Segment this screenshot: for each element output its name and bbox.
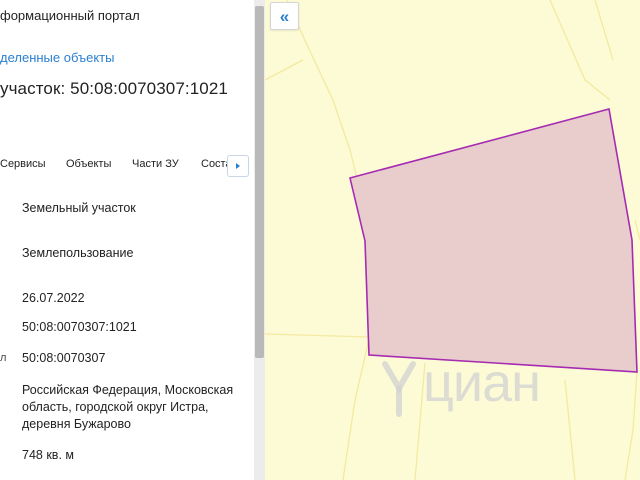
prop-area: 748 кв. м xyxy=(22,448,74,462)
selected-objects-link[interactable]: деленные объекты xyxy=(0,50,114,65)
prop-subtype: Землепользование xyxy=(22,246,134,260)
double-chevron-left-icon: « xyxy=(279,6,290,26)
prop-address: Российская Федерация, Московская область… xyxy=(22,383,234,431)
tabs-bar: Сервисы Объекты Части ЗУ Соста xyxy=(0,152,254,180)
parcel-heading: участок: 50:08:0070307:1021 xyxy=(0,79,228,98)
tabs-scroll-right-button[interactable] xyxy=(227,155,249,177)
land-parcel-polygon[interactable] xyxy=(349,108,638,373)
info-panel: формационный портал деленные объекты уча… xyxy=(0,0,265,480)
map-area[interactable]: циан xyxy=(265,0,640,480)
prop-date: 26.07.2022 xyxy=(22,291,85,305)
prop-object-type: Земельный участок xyxy=(22,201,136,215)
portal-title: формационный портал xyxy=(0,8,140,23)
tab-objects[interactable]: Объекты xyxy=(66,158,111,170)
tab-parts[interactable]: Части ЗУ xyxy=(132,158,179,170)
prop-cadastral-quarter: 50:08:0070307 xyxy=(22,351,106,365)
prop-cadastral-number: 50:08:0070307:1021 xyxy=(22,320,137,334)
tab-services[interactable]: Сервисы xyxy=(0,158,46,170)
panel-scroll-thumb[interactable] xyxy=(255,6,264,358)
map-canvas[interactable] xyxy=(265,0,640,480)
arrow-right-icon xyxy=(236,163,240,169)
prop-quarter-label: л xyxy=(0,352,7,364)
collapse-panel-button[interactable]: « xyxy=(270,2,299,30)
panel-scrollbar[interactable] xyxy=(254,0,265,480)
